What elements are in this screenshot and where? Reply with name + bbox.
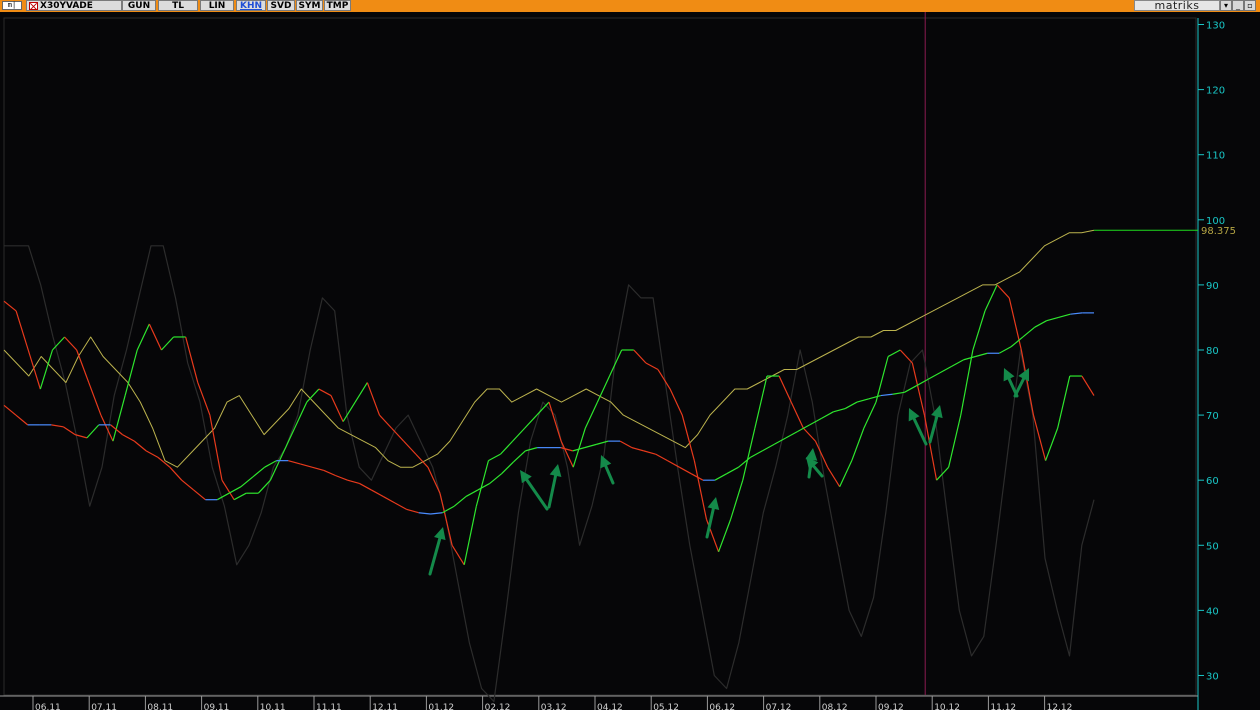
x-tick-label: 06.12 [709,703,735,710]
y-tick-label: 30 [1206,671,1219,682]
y-tick-label: 40 [1206,606,1219,617]
x-tick-label: 12.11 [372,703,398,710]
y-tick-label: 130 [1206,21,1225,32]
x-tick-label: 05.12 [653,703,679,710]
chart-toolbar: m| X30YVADE GUN TL LIN KHN SVD SYM TMP m… [0,0,1260,12]
x-tick-label: 06.11 [35,703,61,710]
x-tick-label: 11.12 [990,703,1016,710]
x-tick-label: 08.12 [822,703,848,710]
x-tick-label: 10.12 [934,703,960,710]
x-tick-label: 12.12 [1047,703,1073,710]
y-tick-label: 70 [1206,411,1219,422]
svd-button[interactable]: SVD [267,0,295,11]
gun-button[interactable]: GUN [122,0,156,11]
close-symbol-icon[interactable] [29,2,38,10]
x-tick-label: 07.11 [91,703,117,710]
x-tick-label: 03.12 [541,703,567,710]
last-value-label: 98.375 [1201,226,1236,237]
chart-background [0,12,1260,710]
y-tick-label: 120 [1206,86,1225,97]
y-tick-label: 110 [1206,151,1225,162]
x-tick-label: 01.12 [428,703,454,710]
y-tick-label: 90 [1206,281,1219,292]
x-tick-label: 04.12 [597,703,623,710]
symbol-label: X30YVADE [40,1,93,11]
minimize-icon[interactable]: _ [1232,0,1244,11]
x-tick-label: 07.12 [766,703,792,710]
y-tick-label: 50 [1206,541,1219,552]
symbol-selector[interactable]: X30YVADE [26,0,122,11]
tl-button[interactable]: TL [158,0,198,11]
x-tick-label: 09.11 [204,703,230,710]
brand-logo: matriks [1134,0,1220,11]
y-tick-label: 100 [1206,216,1225,227]
lin-button[interactable]: LIN [200,0,234,11]
x-tick-label: 09.12 [878,703,904,710]
sym-button[interactable]: SYM [296,0,323,11]
x-tick-label: 02.12 [485,703,511,710]
tmp-button[interactable]: TMP [324,0,351,11]
x-tick-label: 11.11 [316,703,342,710]
y-tick-label: 80 [1206,346,1219,357]
khn-button[interactable]: KHN [236,0,266,11]
price-chart[interactable]: 30 40 50 60 70 80 90 100 110 120 130 06.11 07.11 08.1… [0,12,1260,710]
dropdown-icon[interactable]: ▾ [1220,0,1232,11]
y-tick-label: 60 [1206,476,1219,487]
x-tick-label: 10.11 [260,703,286,710]
restore-icon[interactable]: ▫ [1244,0,1256,11]
x-tick-label: 08.11 [147,703,173,710]
menu-icon[interactable]: m| [2,1,22,10]
